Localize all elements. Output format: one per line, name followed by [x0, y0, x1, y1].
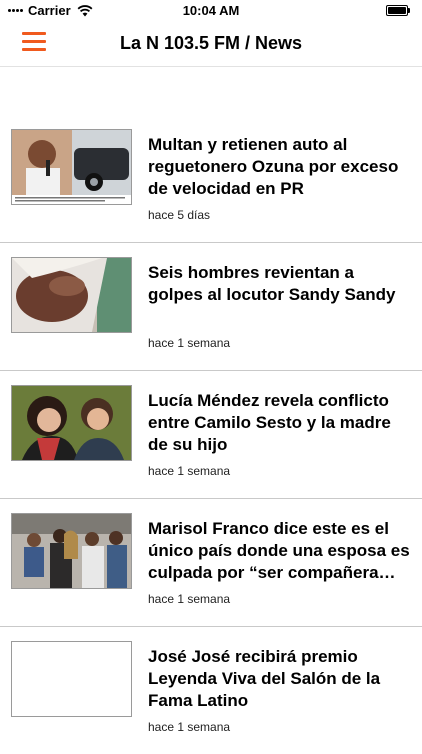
news-thumbnail[interactable] [11, 257, 132, 333]
news-headline[interactable]: Marisol Franco dice este es el único paí… [148, 518, 410, 584]
news-thumbnail[interactable] [11, 641, 132, 717]
news-item[interactable]: Marisol Franco dice este es el único paí… [0, 499, 422, 627]
battery-icon [386, 5, 410, 16]
news-thumbnail[interactable] [11, 385, 132, 461]
page-title: La N 103.5 FM / News [119, 33, 303, 53]
news-list: Multan y retienen auto al reguetonero Oz… [0, 115, 422, 754]
news-item[interactable]: Multan y retienen auto al reguetonero Oz… [0, 115, 422, 243]
news-item[interactable]: Seis hombres revientan a golpes al locut… [0, 243, 422, 371]
status-bar: Carrier 10:04 AM [0, 0, 422, 22]
news-headline[interactable]: Seis hombres revientan a golpes al locut… [148, 262, 410, 306]
news-headline[interactable]: Lucía Méndez revela conflicto entre Cami… [148, 390, 410, 456]
status-time: 10:04 AM [182, 3, 240, 18]
nav-bar: La N 103.5 FM / News [0, 22, 422, 67]
news-item[interactable]: José José recibirá premio Leyenda Viva d… [0, 627, 422, 754]
news-item[interactable]: Lucía Méndez revela conflicto entre Cami… [0, 371, 422, 499]
news-time-ago: hace 1 semana [148, 592, 231, 606]
news-time-ago: hace 1 semana [148, 336, 231, 350]
news-thumbnail[interactable] [11, 513, 132, 589]
news-time-ago: hace 1 semana [148, 720, 231, 734]
news-time-ago: hace 1 semana [148, 464, 231, 478]
news-thumbnail[interactable] [11, 129, 132, 205]
news-headline[interactable]: José José recibirá premio Leyenda Viva d… [148, 646, 410, 712]
news-headline[interactable]: Multan y retienen auto al reguetonero Oz… [148, 134, 410, 200]
news-time-ago: hace 5 días [148, 208, 211, 222]
